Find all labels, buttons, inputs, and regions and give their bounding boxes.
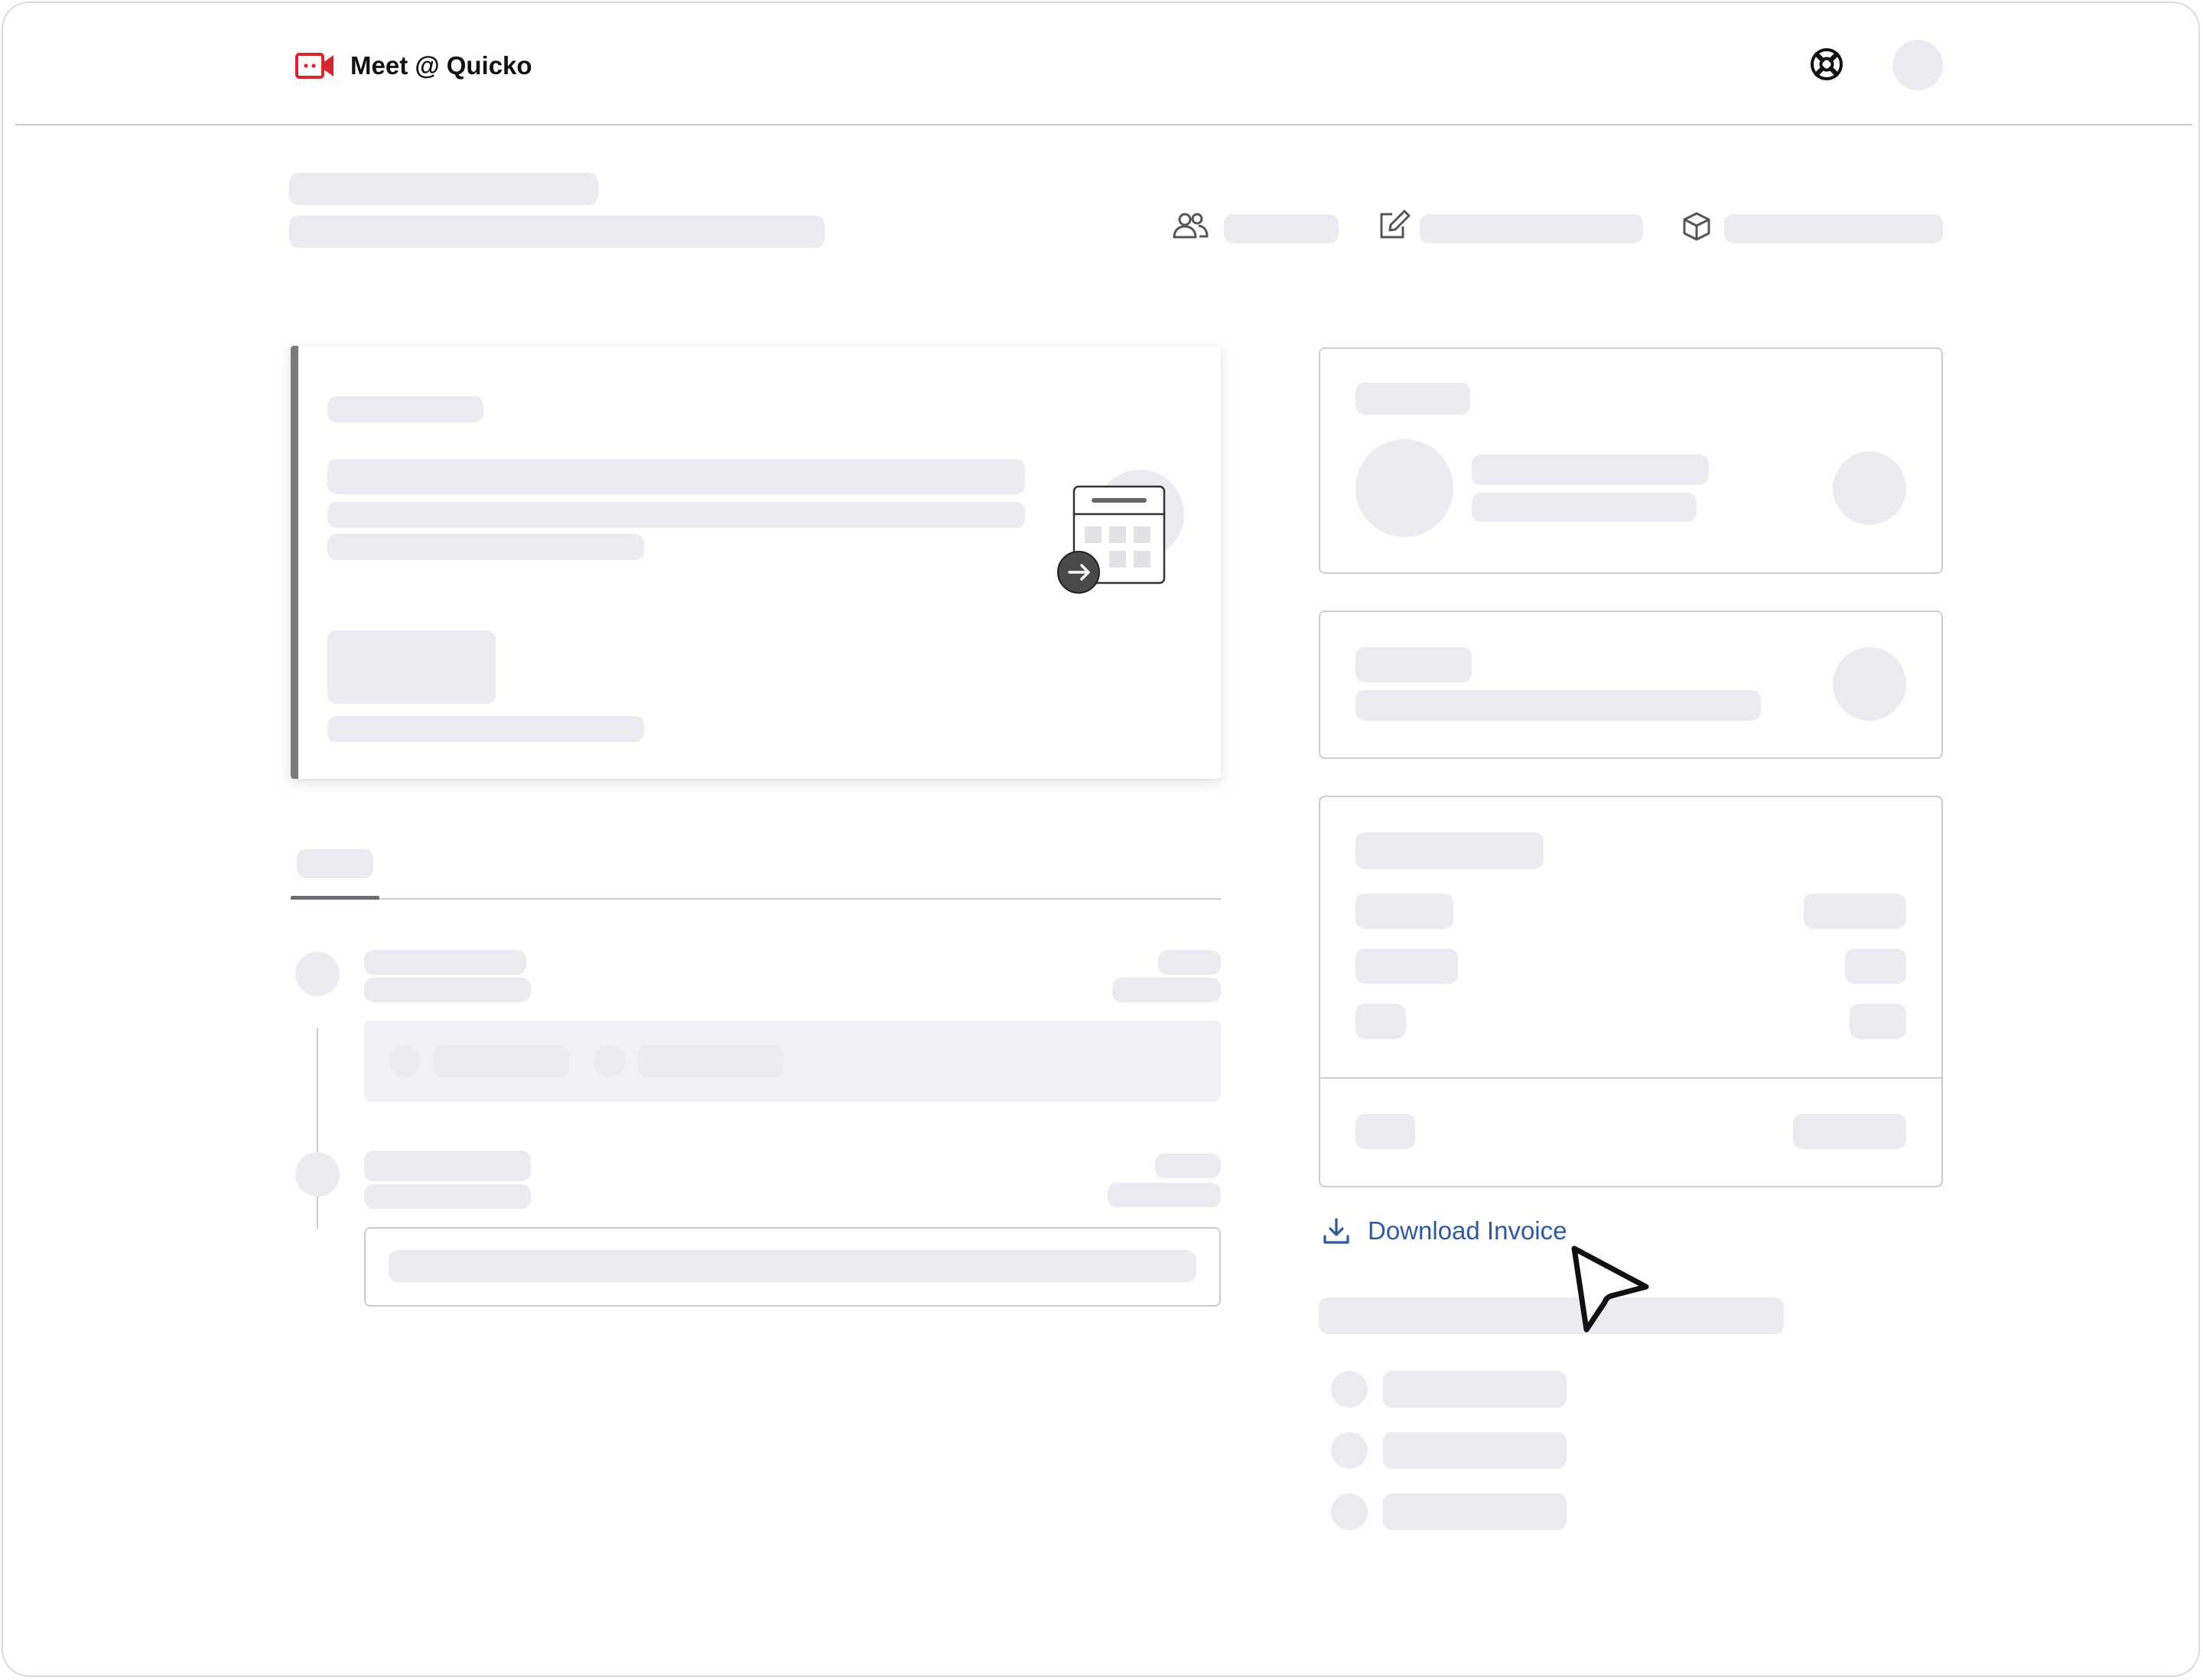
timeline-item-date-skeleton [1112,978,1221,1002]
user-avatar[interactable] [1892,40,1943,90]
status-label-skeleton [1355,647,1472,682]
payment-row-value-skeleton [1850,1004,1906,1039]
payment-row-label-skeleton [1355,894,1453,929]
users-icon [1173,213,1209,239]
timeline-item-time-skeleton [1158,950,1221,975]
participants-skeleton [1224,214,1339,243]
payment-row-label-skeleton [1355,1004,1406,1039]
tab-activity[interactable] [297,849,373,878]
attendee-name-skeleton[interactable] [1383,1493,1567,1530]
timeline-item-subtitle-skeleton [364,1184,531,1209]
host-detail-skeleton [1472,493,1697,522]
tab-active-indicator [291,896,379,900]
lifebuoy-icon[interactable] [1810,47,1843,81]
card-line-skeleton [327,534,644,560]
box-icon [1683,212,1710,241]
page-subtitle-skeleton [289,216,825,248]
mouse-pointer-icon [1571,1245,1649,1333]
card-heading-skeleton [327,459,1025,494]
download-icon [1323,1218,1349,1244]
attachment-icon [389,1045,421,1077]
payment-row-label-skeleton [1355,949,1458,984]
card-label-skeleton [327,396,483,422]
header-divider [15,124,2192,125]
payment-divider [1319,1077,1943,1079]
timeline-item-subtitle-skeleton [364,978,531,1002]
host-action-skeleton[interactable] [1833,451,1906,525]
card-footnote-skeleton [327,716,644,742]
payment-total-value-skeleton [1793,1114,1906,1149]
payment-total-label-skeleton [1355,1114,1415,1149]
app-window: Meet @ Quicko Download Invoice [2,2,2200,1677]
host-name-skeleton [1472,454,1709,485]
comment-input-skeleton[interactable] [389,1250,1196,1282]
page-title-skeleton [289,173,598,205]
download-invoice-label: Download Invoice [1368,1216,1567,1245]
tab-divider [291,898,1221,900]
payment-row-value-skeleton [1804,894,1906,929]
edited-skeleton [1420,214,1643,243]
download-invoice-link[interactable]: Download Invoice [1322,1212,1567,1250]
host-avatar-skeleton [1355,439,1453,537]
calendar-illustration [1057,470,1184,594]
timeline-item-title-skeleton [364,1151,531,1181]
app-title: Meet @ Quicko [350,51,532,80]
attendee-avatar-skeleton [1331,1371,1368,1408]
attendee-avatar-skeleton [1331,1493,1368,1530]
payment-title-skeleton [1355,832,1544,869]
video-camera-icon [295,53,334,79]
status-action-skeleton[interactable] [1833,647,1906,721]
package-skeleton [1724,214,1943,243]
host-card-label-skeleton [1355,383,1470,415]
timeline-connector [317,1028,318,1229]
payment-row-value-skeleton [1845,949,1906,984]
attendees-title-skeleton [1319,1297,1784,1334]
attachment-skeleton[interactable] [433,1045,569,1077]
attendee-avatar-skeleton [1331,1432,1368,1469]
attachment-skeleton[interactable] [638,1045,783,1077]
timeline-item-title-skeleton [364,950,526,975]
timeline-dot [295,1152,340,1197]
attendee-name-skeleton[interactable] [1383,1371,1567,1408]
edit-icon [1380,210,1411,239]
timeline-item-time-skeleton [1155,1154,1221,1178]
timeline-item-date-skeleton [1108,1183,1221,1207]
card-line-skeleton [327,502,1025,528]
attachment-icon [594,1045,626,1077]
attendee-name-skeleton[interactable] [1383,1432,1567,1469]
card-button-skeleton [327,630,496,704]
status-detail-skeleton [1355,690,1761,721]
timeline-dot [295,952,340,996]
